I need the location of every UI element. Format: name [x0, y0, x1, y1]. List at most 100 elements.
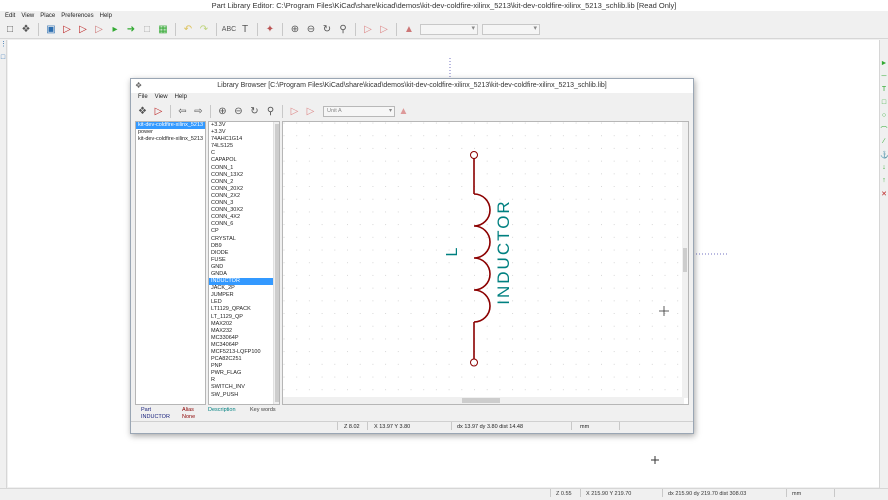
select-library-icon[interactable]: ❖ [135, 105, 150, 119]
component-list-item[interactable]: CONN_3 [209, 200, 279, 207]
new-component-icon[interactable]: ▷ [60, 23, 74, 37]
component-list-item[interactable]: PNP [209, 363, 279, 370]
polyline-tool-icon[interactable]: ∕ [880, 138, 888, 151]
part-alias-select[interactable] [482, 24, 540, 35]
menu-view[interactable]: View [21, 11, 34, 21]
save-component-icon[interactable]: ▷ [92, 23, 106, 37]
component-list-item[interactable]: +3.3V [209, 122, 279, 129]
component-list-item[interactable]: CONN_2X2 [209, 193, 279, 200]
component-list-item[interactable]: DIODE [209, 250, 279, 257]
select-library-icon[interactable]: ❖ [19, 23, 33, 37]
component-list-item[interactable]: LT1129_QPACK [209, 306, 279, 313]
component-list-scrollbar[interactable] [273, 122, 279, 404]
menu-place[interactable]: Place [40, 11, 55, 21]
library-list-item[interactable]: power [136, 129, 205, 136]
lb-menu-help[interactable]: Help [175, 93, 187, 102]
component-list-item[interactable]: C [209, 150, 279, 157]
preview-vertical-scrollbar[interactable] [682, 122, 688, 398]
export-library-icon[interactable]: ▦ [156, 23, 170, 37]
import-drawing-icon[interactable]: ↓ [880, 164, 888, 177]
preview-vertical-scroll-thumb[interactable] [683, 248, 687, 272]
component-list-item[interactable]: 74LS125 [209, 143, 279, 150]
component-list-item[interactable]: JACK_2P [209, 285, 279, 292]
new-component-sheet-icon[interactable]: □ [140, 23, 154, 37]
library-list[interactable]: kit-dev-coldfire-xilinx_5213 power kit-d… [135, 121, 206, 405]
component-list[interactable]: +3.3V +3.3V 74AHC1G14 74LS125 C CAPAPOL CONN_1… [208, 121, 280, 405]
menu-help[interactable]: Help [100, 11, 112, 21]
preview-horizontal-scrollbar[interactable] [283, 397, 684, 404]
arc-tool-icon[interactable]: ⌒ [880, 125, 888, 138]
export-drawing-icon[interactable]: ↑ [880, 177, 888, 190]
previous-part-icon[interactable]: ⇦ [175, 105, 190, 119]
preview-horizontal-scroll-thumb[interactable] [462, 398, 500, 403]
undo-icon[interactable]: ↶ [181, 23, 195, 37]
redo-icon[interactable]: ↷ [197, 23, 211, 37]
export-component-icon[interactable]: ➜ [124, 23, 138, 37]
zoom-redraw-icon[interactable]: ↻ [247, 105, 262, 119]
library-list-item[interactable]: kit-dev-coldfire-xilinx_5213 [136, 122, 205, 130]
component-list-item[interactable]: DB9 [209, 243, 279, 250]
text-tool-icon[interactable]: T [880, 86, 888, 99]
component-properties-icon[interactable]: ABC [222, 23, 236, 37]
datasheet-icon[interactable]: ▲ [402, 23, 416, 37]
new-library-icon[interactable]: □ [3, 23, 17, 37]
component-list-item[interactable]: MAX232 [209, 328, 279, 335]
component-list-item[interactable]: MAX202 [209, 321, 279, 328]
lb-menu-file[interactable]: File [138, 93, 148, 102]
grid-icon[interactable]: ⋮ [0, 40, 7, 54]
load-component-icon[interactable]: ▷ [76, 23, 90, 37]
component-list-item[interactable]: LT_1129_QP [209, 314, 279, 321]
menu-preferences[interactable]: Preferences [61, 11, 93, 21]
deMorgan-convert-icon[interactable]: ▷ [377, 23, 391, 37]
circle-tool-icon[interactable]: ○ [880, 112, 888, 125]
rectangle-tool-icon[interactable]: □ [880, 99, 888, 112]
component-list-item[interactable]: SWITCH_INV [209, 384, 279, 391]
component-list-item[interactable]: CONN_6 [209, 221, 279, 228]
component-list-item[interactable]: CONN_1 [209, 165, 279, 172]
component-list-scroll-thumb[interactable] [275, 124, 279, 402]
zoom-in-icon[interactable]: ⊕ [215, 105, 230, 119]
symbol-preview-canvas[interactable]: L INDUCTOR [282, 121, 689, 405]
deMorgan-convert-icon[interactable]: ▷ [303, 105, 318, 119]
cursor-shape-icon[interactable]: □ [0, 54, 6, 68]
component-list-item[interactable]: FUSE [209, 257, 279, 264]
delete-tool-icon[interactable]: ✕ [880, 190, 888, 203]
import-component-icon[interactable]: ▸ [108, 23, 122, 37]
datasheet-icon[interactable]: ▲ [396, 105, 411, 119]
part-unit-select[interactable] [420, 24, 478, 35]
text-icon[interactable]: T [238, 23, 252, 37]
component-list-item[interactable]: CONN_4X2 [209, 214, 279, 221]
component-list-item[interactable]: MC33064P [209, 335, 279, 342]
component-list-item[interactable]: MC34064P [209, 342, 279, 349]
component-list-item[interactable]: R [209, 377, 279, 384]
component-list-item[interactable]: LED [209, 299, 279, 306]
library-browser-icon[interactable]: ▣ [44, 23, 58, 37]
component-list-item[interactable]: JUMPER [209, 292, 279, 299]
unit-select[interactable]: Unit A [323, 106, 395, 117]
zoom-out-icon[interactable]: ⊖ [231, 105, 246, 119]
lb-menu-view[interactable]: View [155, 93, 168, 102]
component-list-item[interactable]: CRYSTAL [209, 236, 279, 243]
component-list-item[interactable]: +3.3V [209, 129, 279, 136]
component-list-item[interactable]: PWR_FLAG [209, 370, 279, 377]
component-list-item[interactable]: 74AHC1G14 [209, 136, 279, 143]
select-tool-icon[interactable]: ► [880, 60, 888, 73]
component-list-item[interactable]: GND [209, 264, 279, 271]
component-list-item[interactable]: MCF5213-LQFP100 [209, 349, 279, 356]
component-list-item[interactable]: CONN_20X2 [209, 186, 279, 193]
component-list-item[interactable]: PCA82C251 [209, 356, 279, 363]
component-list-item[interactable]: CONN_2 [209, 179, 279, 186]
zoom-out-icon[interactable]: ⊖ [304, 23, 318, 37]
next-part-icon[interactable]: ⇨ [191, 105, 206, 119]
pin-table-icon[interactable]: ✦ [263, 23, 277, 37]
component-list-item[interactable]: SW_PUSH [209, 392, 279, 399]
pin-tool-icon[interactable]: ─ [880, 73, 888, 86]
component-list-item[interactable]: INDUCTOR [209, 278, 279, 286]
zoom-fit-icon[interactable]: ⚲ [263, 105, 278, 119]
zoom-in-icon[interactable]: ⊕ [288, 23, 302, 37]
menu-edit[interactable]: Edit [5, 11, 15, 21]
component-list-item[interactable]: GNDA [209, 271, 279, 278]
select-part-icon[interactable]: ▷ [151, 105, 166, 119]
zoom-fit-icon[interactable]: ⚲ [336, 23, 350, 37]
component-list-item[interactable]: CAPAPOL [209, 157, 279, 164]
